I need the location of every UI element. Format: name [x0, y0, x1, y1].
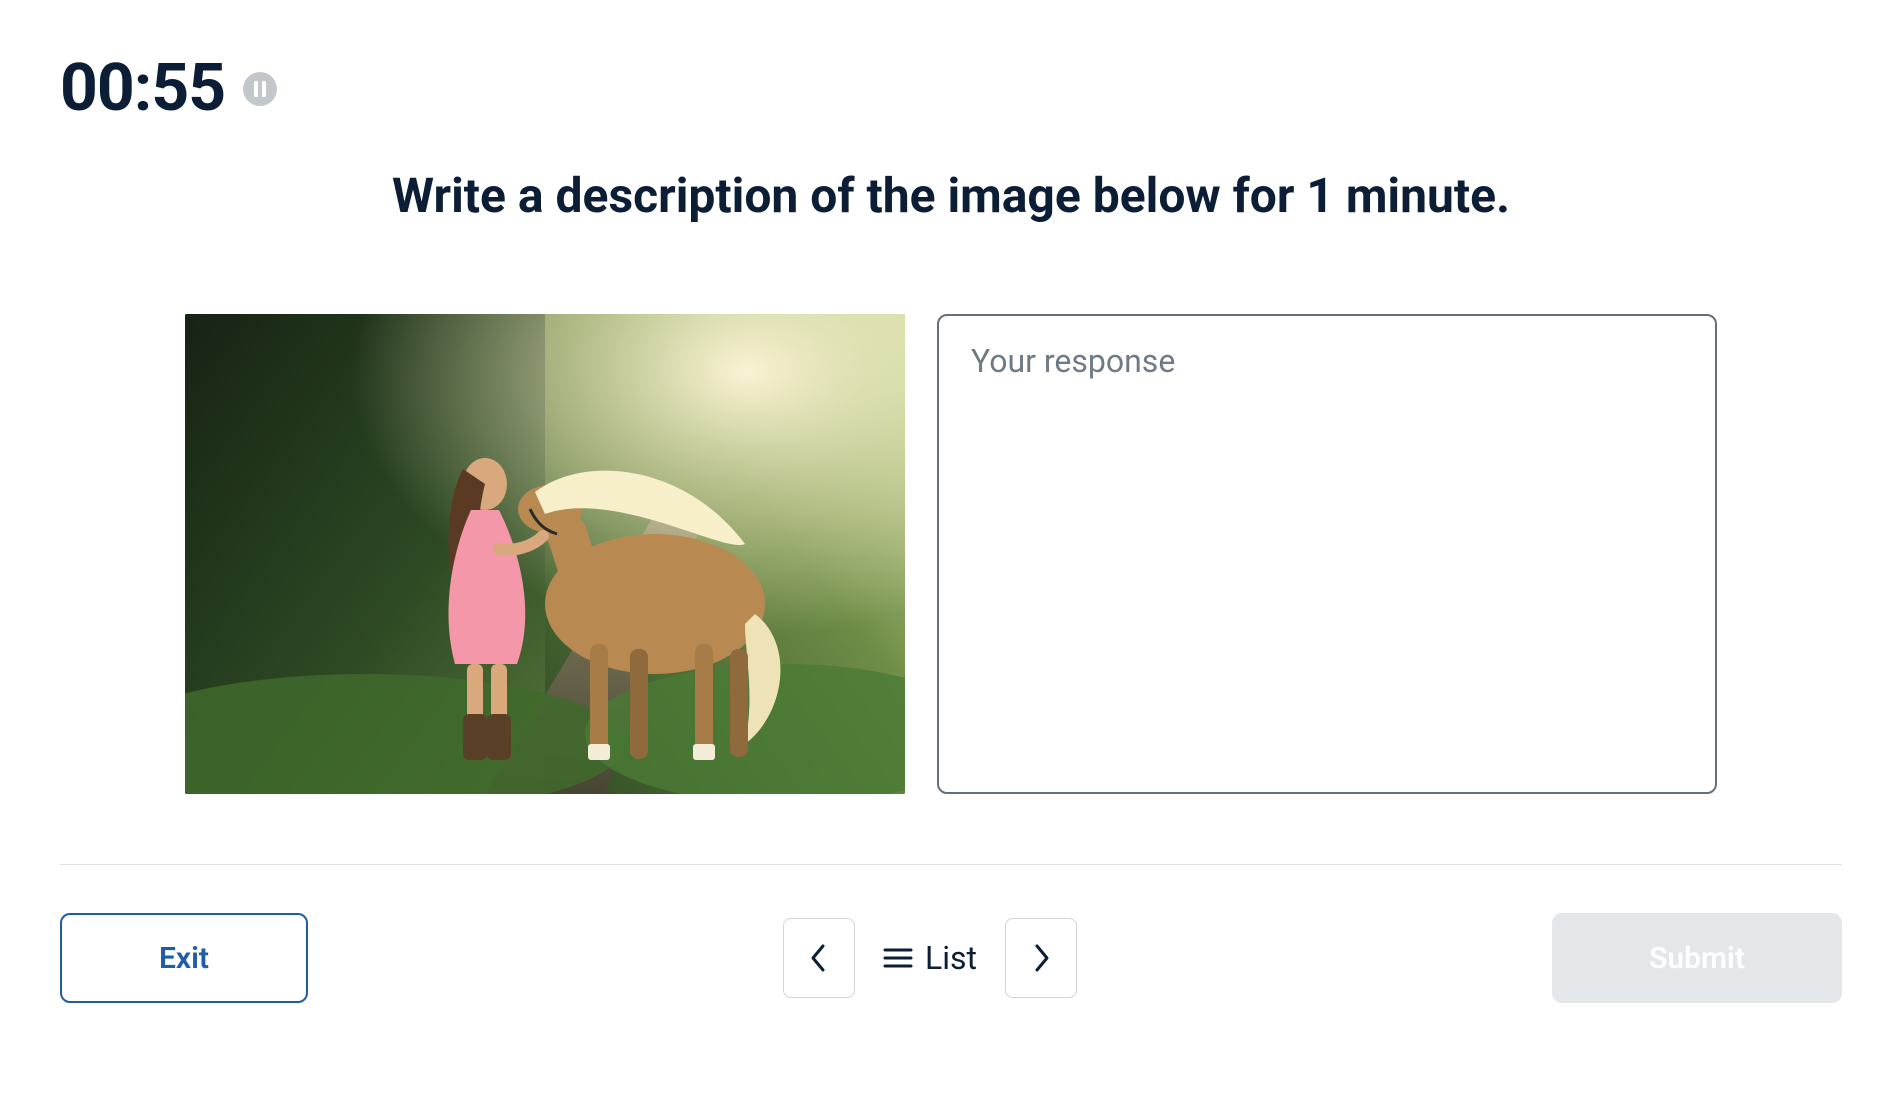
divider: [60, 864, 1842, 865]
prompt-image: [185, 314, 905, 794]
exit-button[interactable]: Exit: [60, 913, 308, 1003]
prev-button[interactable]: [783, 918, 855, 998]
content-row: [60, 314, 1842, 794]
timer-display: 00:55: [60, 50, 225, 127]
footer: Exit List Sub: [60, 913, 1842, 1003]
timer-row: 00:55: [60, 50, 1842, 127]
pause-icon[interactable]: [243, 72, 277, 106]
page-root: 00:55 Write a description of the image b…: [0, 0, 1902, 1043]
next-button[interactable]: [1005, 918, 1077, 998]
submit-button[interactable]: Submit: [1552, 913, 1842, 1003]
list-button[interactable]: List: [877, 939, 983, 977]
chevron-left-icon: [809, 942, 829, 974]
prompt-heading: Write a description of the image below f…: [60, 167, 1842, 224]
chevron-right-icon: [1031, 942, 1051, 974]
response-input[interactable]: [937, 314, 1717, 794]
response-panel: [937, 314, 1717, 794]
list-label: List: [925, 939, 977, 977]
list-icon: [883, 946, 913, 970]
